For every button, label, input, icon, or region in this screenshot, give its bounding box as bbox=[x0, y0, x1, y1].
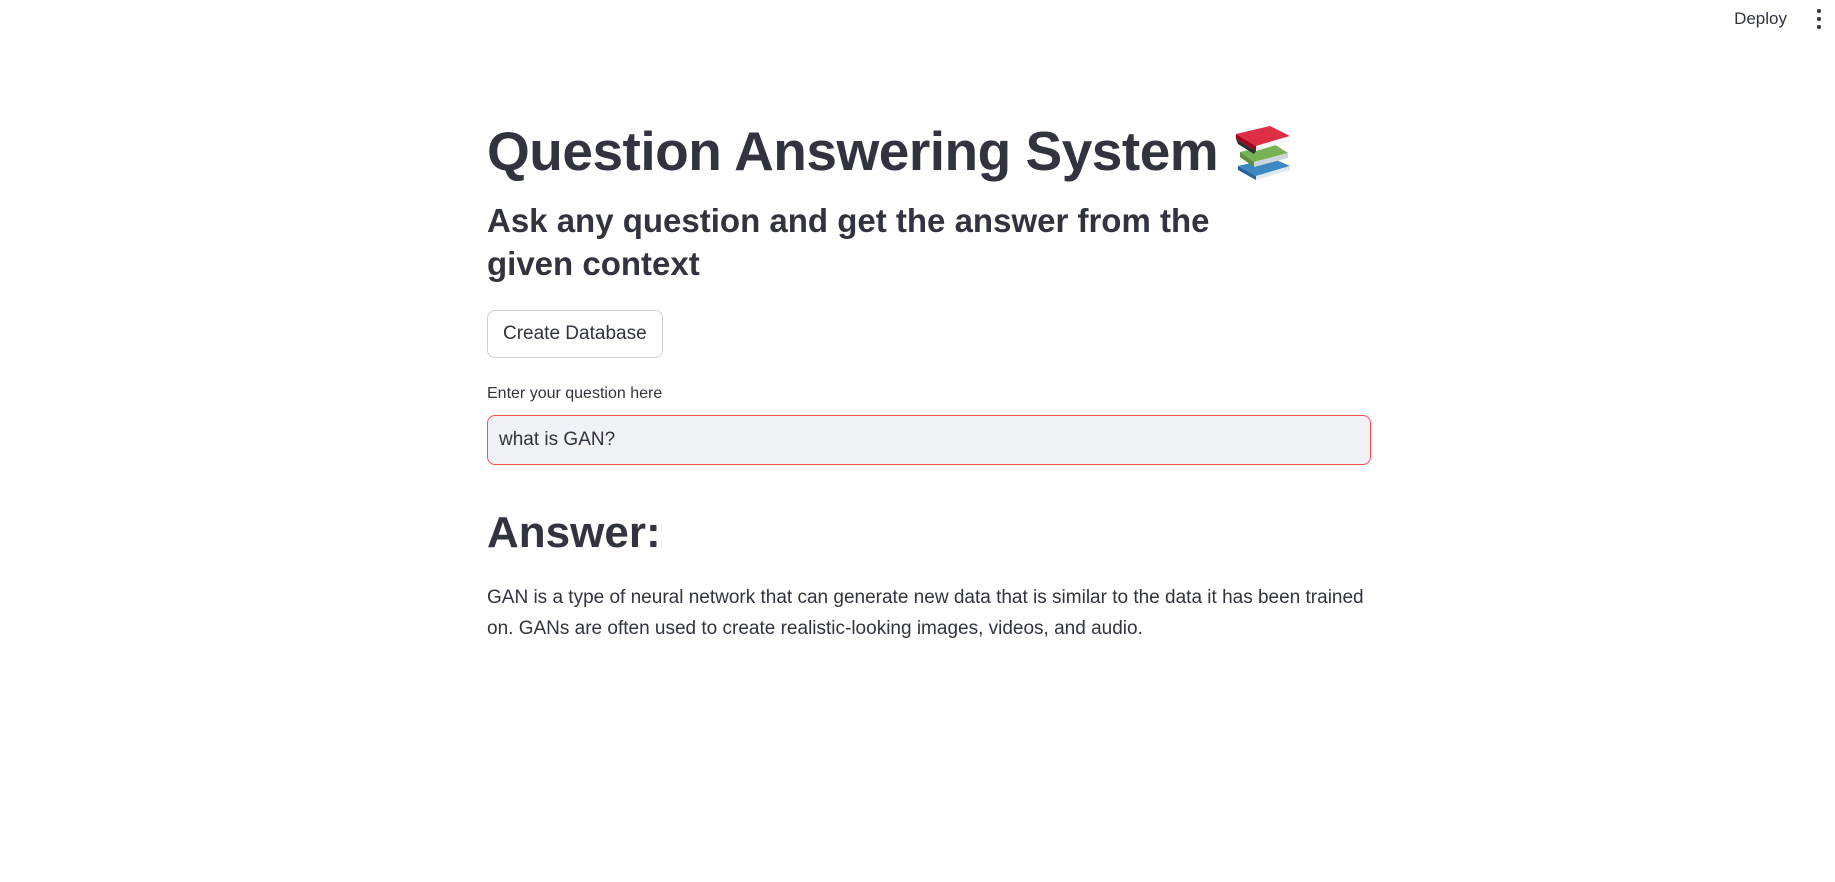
question-input[interactable] bbox=[487, 414, 1371, 465]
answer-heading: Answer: bbox=[487, 507, 661, 557]
page-title-text: Question Answering System bbox=[487, 120, 1219, 182]
create-database-button[interactable]: Create Database bbox=[487, 309, 663, 358]
question-field-label: Enter your question here bbox=[487, 384, 663, 402]
page-title: Question Answering System bbox=[487, 118, 1371, 184]
top-toolbar: Deploy bbox=[0, 0, 1835, 38]
deploy-button[interactable]: Deploy bbox=[1730, 6, 1791, 32]
answer-text: GAN is a type of neural network that can… bbox=[487, 586, 1364, 639]
main-content: Question Answering System Ask any questi… bbox=[487, 118, 1371, 644]
kebab-menu-icon[interactable] bbox=[1811, 9, 1827, 29]
books-icon bbox=[1232, 120, 1294, 182]
page-subtitle: Ask any question and get the answer from… bbox=[487, 202, 1210, 282]
